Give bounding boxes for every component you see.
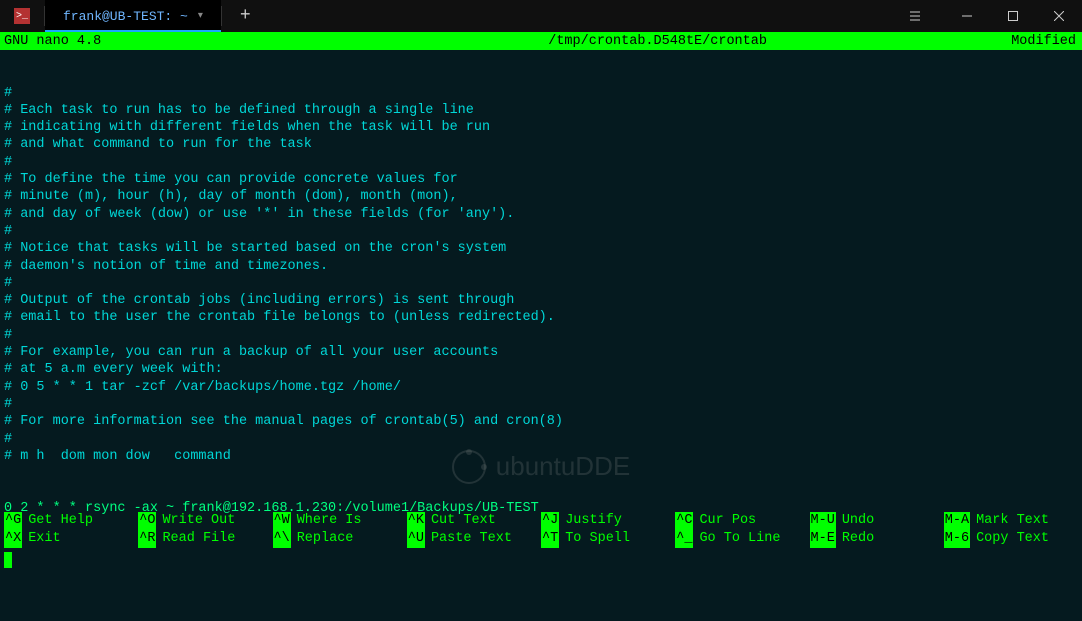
menu-button[interactable] [892, 0, 938, 32]
window-titlebar: >_ frank@UB-TEST: ~ ▾ + [0, 0, 1082, 32]
terminal-icon: >_ [14, 8, 30, 24]
editor-line: # [4, 275, 1078, 292]
nano-editor[interactable]: ## Each task to run has to be defined th… [0, 50, 1082, 512]
close-button[interactable] [1036, 0, 1082, 32]
close-icon [1054, 11, 1064, 21]
editor-line: # at 5 a.m every week with: [4, 361, 1078, 378]
new-tab-button[interactable]: + [222, 0, 269, 32]
hamburger-icon [910, 11, 920, 21]
minimize-button[interactable] [944, 0, 990, 32]
editor-line: # minute (m), hour (h), day of month (do… [4, 188, 1078, 205]
nano-app-name: GNU nano 4.8 [4, 34, 304, 49]
editor-line: # email to the user the crontab file bel… [4, 309, 1078, 326]
editor-line: # [4, 396, 1078, 413]
editor-line: # and what command to run for the task [4, 136, 1078, 153]
editor-line: # [4, 85, 1078, 102]
editor-line: # [4, 154, 1078, 171]
editor-line: # indicating with different fields when … [4, 119, 1078, 136]
nano-header: GNU nano 4.8 /tmp/crontab.D548tE/crontab… [0, 32, 1082, 50]
editor-line: # 0 5 * * 1 tar -zcf /var/backups/home.t… [4, 379, 1078, 396]
cursor [4, 552, 12, 568]
nano-filepath: /tmp/crontab.D548tE/crontab [304, 34, 1011, 49]
editor-line: # m h dom mon dow command [4, 448, 1078, 465]
maximize-button[interactable] [990, 0, 1036, 32]
tab-title: frank@UB-TEST: ~ [63, 9, 188, 24]
crontab-entry: 0 2 * * * rsync -ax ~ frank@192.168.1.23… [4, 500, 1078, 517]
minimize-icon [962, 11, 972, 21]
editor-line: # Notice that tasks will be started base… [4, 240, 1078, 257]
tab-icon-cell[interactable]: >_ [0, 0, 44, 32]
nano-status: Modified [1011, 34, 1078, 49]
editor-line: # Each task to run has to be defined thr… [4, 102, 1078, 119]
chevron-down-icon[interactable]: ▾ [198, 10, 203, 22]
editor-line: # daemon's notion of time and timezones. [4, 258, 1078, 275]
editor-line: # [4, 431, 1078, 448]
editor-line: # and day of week (dow) or use '*' in th… [4, 206, 1078, 223]
editor-line: # [4, 223, 1078, 240]
editor-line: # For example, you can run a backup of a… [4, 344, 1078, 361]
editor-line: # [4, 327, 1078, 344]
maximize-icon [1008, 11, 1018, 21]
tab-terminal[interactable]: frank@UB-TEST: ~ ▾ [45, 0, 221, 32]
editor-line: # To define the time you can provide con… [4, 171, 1078, 188]
plus-icon: + [240, 6, 251, 26]
editor-line: # Output of the crontab jobs (including … [4, 292, 1078, 309]
editor-line: # For more information see the manual pa… [4, 413, 1078, 430]
